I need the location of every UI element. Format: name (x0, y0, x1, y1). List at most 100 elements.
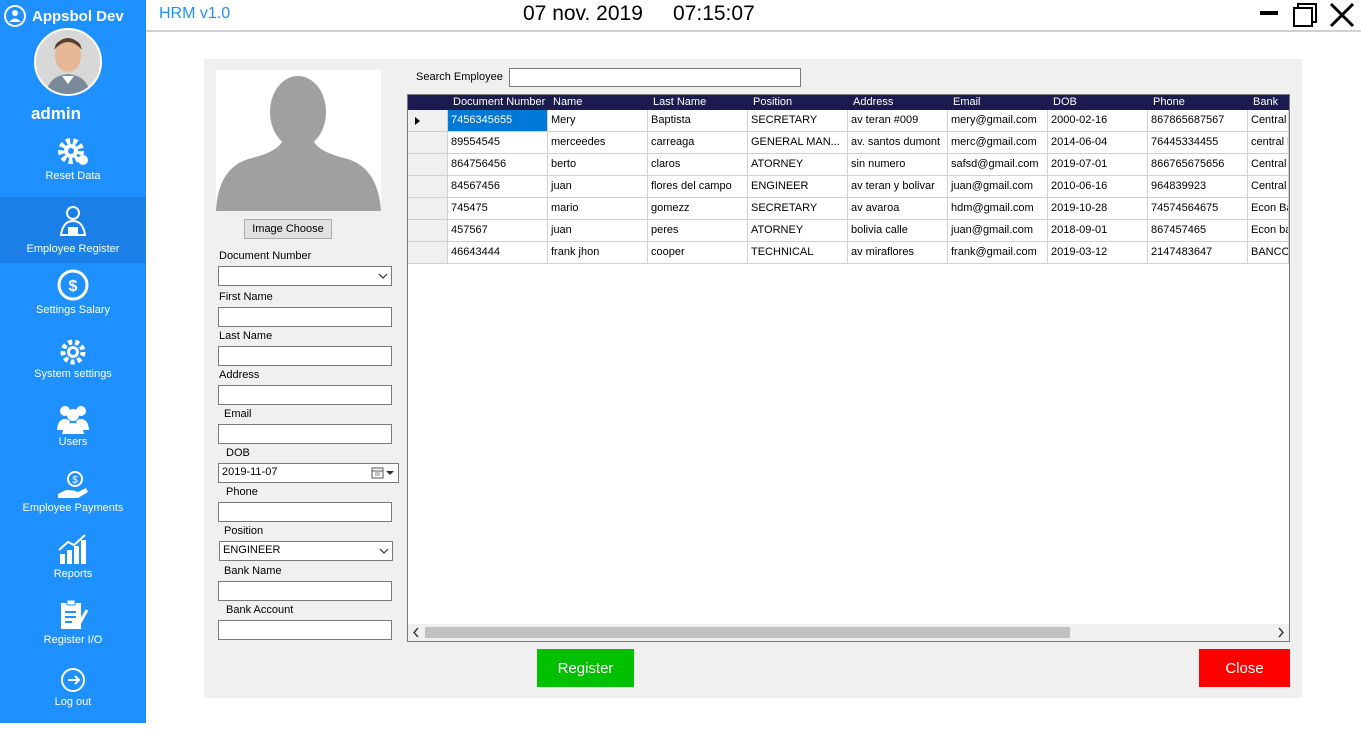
table-cell[interactable]: 2019-03-12 (1048, 242, 1148, 264)
close-button[interactable]: Close (1199, 649, 1290, 687)
scrollbar-thumb[interactable] (425, 627, 1070, 638)
table-cell[interactable]: sin numero (848, 154, 948, 176)
table-cell[interactable]: 745475 (448, 198, 548, 220)
column-header[interactable]: Email (948, 95, 1048, 110)
table-cell[interactable]: juan@gmail.com (948, 220, 1048, 242)
table-cell[interactable]: ENGINEER (748, 176, 848, 198)
table-cell[interactable]: frank@gmail.com (948, 242, 1048, 264)
register-button[interactable]: Register (537, 649, 634, 687)
table-cell[interactable]: Central (1248, 154, 1289, 176)
table-cell[interactable]: TECHNICAL (748, 242, 848, 264)
column-header[interactable]: Address (848, 95, 948, 110)
column-header[interactable]: Phone (1148, 95, 1248, 110)
table-cell[interactable]: 2019-10-28 (1048, 198, 1148, 220)
nav-register-io[interactable]: Register I/O (0, 598, 146, 664)
horizontal-scrollbar[interactable] (408, 624, 1289, 641)
table-cell[interactable]: ATORNEY (748, 154, 848, 176)
address-input[interactable] (218, 385, 392, 405)
table-cell[interactable]: 89554545 (448, 132, 548, 154)
table-cell[interactable]: av teran y bolivar (848, 176, 948, 198)
employee-table[interactable]: Document Number Name Last Name Position Addr… (407, 94, 1290, 642)
column-header[interactable]: Position (748, 95, 848, 110)
table-cell[interactable]: BANCO (1248, 242, 1289, 264)
scroll-left-icon[interactable] (408, 624, 425, 641)
table-cell[interactable]: safsd@gmail.com (948, 154, 1048, 176)
table-cell[interactable]: flores del campo (648, 176, 748, 198)
row-header[interactable] (408, 198, 448, 220)
table-cell[interactable]: SECRETARY (748, 198, 848, 220)
table-cell[interactable]: 867865687567 (1148, 110, 1248, 132)
table-cell[interactable]: av teran #009 (848, 110, 948, 132)
column-header[interactable]: Document Number (448, 95, 548, 110)
nav-system-settings[interactable]: System settings (0, 338, 146, 404)
minimize-icon[interactable] (1258, 2, 1282, 28)
table-cell[interactable]: SECRETARY (748, 110, 848, 132)
table-cell[interactable]: Central (1248, 110, 1289, 132)
table-cell[interactable]: av avaroa (848, 198, 948, 220)
nav-employee-payments[interactable]: $ Employee Payments (0, 470, 146, 536)
table-cell[interactable]: av miraflores (848, 242, 948, 264)
table-row[interactable]: 46643444 frank jhon cooper TECHNICAL av mira… (408, 242, 1289, 264)
row-header[interactable] (408, 110, 448, 132)
last-name-input[interactable] (218, 346, 392, 366)
table-cell[interactable]: 84567456 (448, 176, 548, 198)
table-cell[interactable]: 2010-06-16 (1048, 176, 1148, 198)
nav-reports[interactable]: Reports (0, 532, 146, 598)
table-cell[interactable]: carreaga (648, 132, 748, 154)
table-cell[interactable]: 2019-07-01 (1048, 154, 1148, 176)
table-cell[interactable]: hdm@gmail.com (948, 198, 1048, 220)
row-header[interactable] (408, 154, 448, 176)
table-cell[interactable]: frank jhon (548, 242, 648, 264)
table-cell[interactable]: 2000-02-16 (1048, 110, 1148, 132)
table-cell[interactable]: Econ Ba (1248, 198, 1289, 220)
row-header[interactable] (408, 132, 448, 154)
table-cell[interactable]: ATORNEY (748, 220, 848, 242)
table-row[interactable]: 89554545 merceedes carreaga GENERAL MAN... a… (408, 132, 1289, 154)
nav-settings-salary[interactable]: $ Settings Salary (0, 268, 146, 334)
bank-name-input[interactable] (218, 581, 392, 601)
search-employee-input[interactable] (509, 68, 801, 87)
table-cell[interactable]: cooper (648, 242, 748, 264)
nav-employee-register[interactable]: Employee Register (0, 197, 146, 263)
table-cell[interactable]: GENERAL MAN... (748, 132, 848, 154)
column-header[interactable]: Last Name (648, 95, 748, 110)
email-input[interactable] (218, 424, 392, 444)
row-header[interactable] (408, 220, 448, 242)
table-row[interactable]: 84567456 juan flores del campo ENGINEER av t… (408, 176, 1289, 198)
table-cell[interactable]: gomezz (648, 198, 748, 220)
table-row[interactable]: 745475 mario gomezz SECRETARY av avaroa hdm@g… (408, 198, 1289, 220)
table-cell[interactable]: central b (1248, 132, 1289, 154)
table-row[interactable]: 864756456 berto claros ATORNEY sin numero saf… (408, 154, 1289, 176)
row-header[interactable] (408, 242, 448, 264)
nav-log-out[interactable]: Log out (0, 666, 146, 732)
table-cell[interactable]: 866765675656 (1148, 154, 1248, 176)
column-header[interactable]: DOB (1048, 95, 1148, 110)
position-select[interactable]: ENGINEER (219, 541, 393, 561)
table-cell[interactable]: mario (548, 198, 648, 220)
table-cell[interactable]: 2147483647 (1148, 242, 1248, 264)
phone-input[interactable] (218, 502, 392, 522)
first-name-input[interactable] (218, 307, 392, 327)
table-cell[interactable]: 74574564675 (1148, 198, 1248, 220)
document-number-select[interactable] (218, 266, 392, 286)
nav-reset-data[interactable]: Reset Data (0, 134, 146, 200)
table-cell[interactable]: berto (548, 154, 648, 176)
table-cell[interactable]: 964839923 (1148, 176, 1248, 198)
table-row[interactable]: 7456345655 Mery Baptista SECRETARY av teran … (408, 110, 1289, 132)
table-cell[interactable]: 2014-06-04 (1048, 132, 1148, 154)
table-cell[interactable]: Central (1248, 176, 1289, 198)
table-cell[interactable]: 457567 (448, 220, 548, 242)
close-window-icon[interactable] (1328, 2, 1356, 28)
table-cell[interactable]: 2018-09-01 (1048, 220, 1148, 242)
row-header[interactable] (408, 176, 448, 198)
image-choose-button[interactable]: Image Choose (244, 219, 332, 239)
table-cell[interactable]: bolivia calle (848, 220, 948, 242)
table-cell[interactable]: 864756456 (448, 154, 548, 176)
table-cell[interactable]: juan (548, 220, 648, 242)
table-cell[interactable]: 7456345655 (448, 110, 548, 132)
dob-date-picker[interactable]: 2019-11-07 (218, 463, 399, 483)
calendar-icon[interactable] (371, 467, 395, 479)
table-cell[interactable]: 867457465 (1148, 220, 1248, 242)
table-cell[interactable]: Mery (548, 110, 648, 132)
table-cell[interactable]: 76445334455 (1148, 132, 1248, 154)
